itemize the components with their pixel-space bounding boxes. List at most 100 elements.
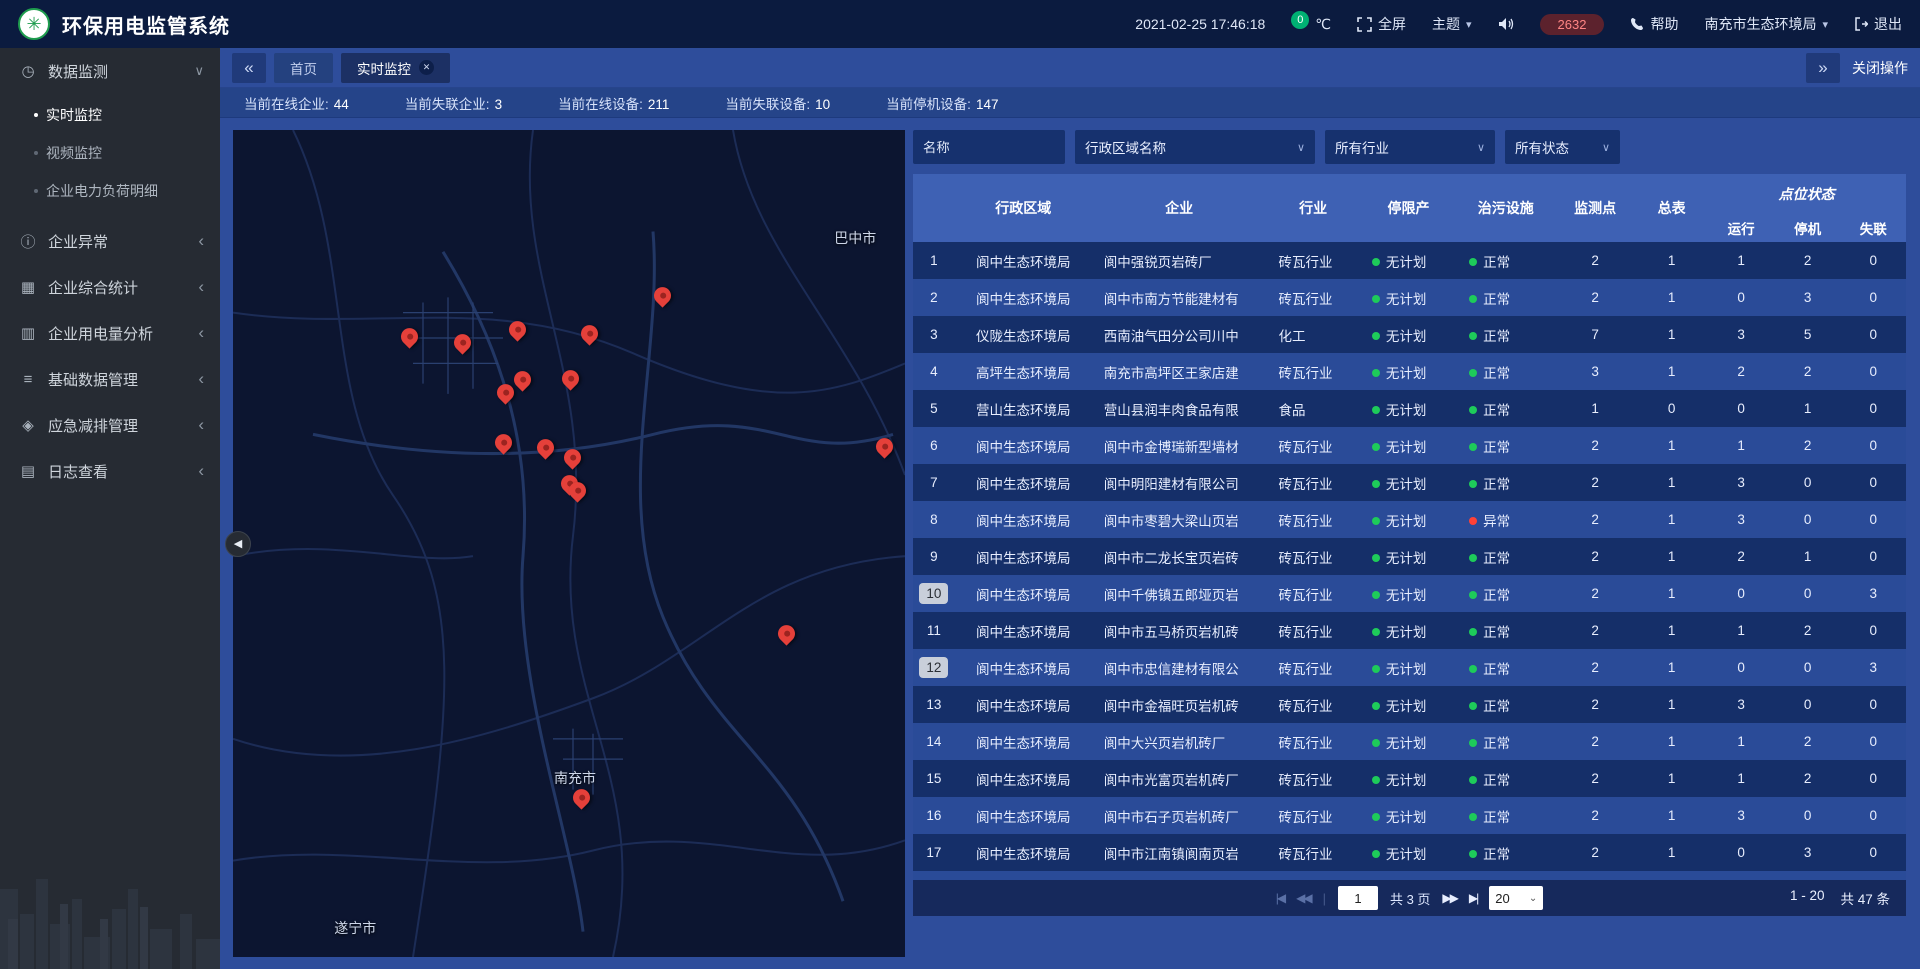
close-icon[interactable]: ✕	[419, 60, 434, 75]
prev-page-icon[interactable]	[1296, 891, 1310, 905]
table-row[interactable]: 18 南部生态环境局 南部县雄狮水泥有限公 建材 无计划 正常 2 1 0	[913, 871, 1906, 880]
sidebar-item-base-data[interactable]: 基础数据管理	[0, 356, 220, 402]
cell-region: 阆中生态环境局	[955, 464, 1092, 501]
cell-region: 阆中生态环境局	[955, 686, 1092, 723]
speaker-button[interactable]	[1498, 17, 1514, 31]
status-dot-icon	[1469, 517, 1477, 525]
table-row[interactable]: 8 阆中生态环境局 阆中市枣碧大梁山页岩 砖瓦行业 无计划 异常 2 1 3	[913, 501, 1906, 538]
map-pin[interactable]	[400, 327, 420, 353]
table-row[interactable]: 14 阆中生态环境局 阆中大兴页岩机砖厂 砖瓦行业 无计划 正常 2 1 1	[913, 723, 1906, 760]
map-pin[interactable]	[453, 334, 473, 360]
sidebar-item-power-analysis[interactable]: 企业用电量分析	[0, 310, 220, 356]
scroll-tabs-right-button[interactable]: »	[1806, 53, 1840, 83]
table-row[interactable]: 16 阆中生态环境局 阆中市石子页岩机砖厂 砖瓦行业 无计划 正常 2 1 3	[913, 797, 1906, 834]
name-filter-input[interactable]	[913, 130, 1065, 164]
map-pin-icon	[505, 318, 529, 342]
map-canvas[interactable]: 巴中市 南充市 遂宁市	[233, 130, 905, 957]
table-row[interactable]: 10 阆中生态环境局 阆中千佛镇五郎垭页岩 砖瓦行业 无计划 正常 2 1 0	[913, 575, 1906, 612]
cell-facility-status: 正常	[1457, 834, 1554, 871]
cell-facility-status: 正常	[1457, 427, 1554, 464]
stat-item: 当前失联企业:3	[405, 93, 502, 113]
status-dot-icon	[1372, 443, 1380, 451]
map-pin[interactable]	[563, 448, 583, 474]
cell-meters: 1	[1636, 834, 1707, 871]
sidebar-item-log-view[interactable]: 日志查看	[0, 448, 220, 494]
table-row[interactable]: 17 阆中生态环境局 阆中市江南镇阆南页岩 砖瓦行业 无计划 正常 2 1 0	[913, 834, 1906, 871]
cell-company: 阆中市枣碧大梁山页岩	[1092, 501, 1267, 538]
cell-points: 2	[1554, 871, 1635, 880]
sidebar-item-power-load-detail[interactable]: 企业电力负荷明细	[0, 172, 220, 210]
chevron-down-icon: ∨	[1297, 141, 1305, 154]
table-row[interactable]: 13 阆中生态环境局 阆中市金福旺页岩机砖 砖瓦行业 无计划 正常 2 1 3	[913, 686, 1906, 723]
cell-facility-status: 正常	[1457, 649, 1554, 686]
table-row[interactable]: 2 阆中生态环境局 阆中市南方节能建材有 砖瓦行业 无计划 正常 2 1 0	[913, 279, 1906, 316]
col-header-run: 运行	[1707, 214, 1775, 242]
app-logo	[18, 8, 50, 40]
map-pin[interactable]	[777, 624, 797, 650]
next-page-icon[interactable]	[1442, 891, 1456, 905]
cell-stop-status: 无计划	[1360, 390, 1457, 427]
cell-lost: 0	[1840, 834, 1906, 871]
cell-industry: 砖瓦行业	[1267, 612, 1360, 649]
status-dot-icon	[1469, 258, 1477, 266]
table-row[interactable]: 6 阆中生态环境局 阆中市金博瑞新型墙材 砖瓦行业 无计划 正常 2 1 1	[913, 427, 1906, 464]
status-dot-icon	[1469, 332, 1477, 340]
map-pin[interactable]	[875, 437, 895, 463]
sidebar-item-enterprise-anomaly[interactable]: 企业异常	[0, 218, 220, 264]
map-pin[interactable]	[536, 439, 556, 465]
cell-down: 0	[1775, 649, 1841, 686]
sidebar-item-realtime-monitor[interactable]: 实时监控	[0, 96, 220, 134]
first-page-icon[interactable]	[1276, 891, 1284, 905]
page-size-select[interactable]: 20 ⌄	[1489, 886, 1543, 910]
cell-run: 3	[1707, 501, 1775, 538]
diamond-icon	[18, 416, 38, 434]
sidebar-item-enterprise-statistics[interactable]: 企业综合统计	[0, 264, 220, 310]
map-pin[interactable]	[513, 370, 533, 396]
table-row[interactable]: 15 阆中生态环境局 阆中市光富页岩机砖厂 砖瓦行业 无计划 正常 2 1 1	[913, 760, 1906, 797]
cell-lost: 0	[1840, 797, 1906, 834]
map-pin[interactable]	[572, 788, 592, 814]
cell-meters: 1	[1636, 427, 1707, 464]
map-pin[interactable]	[508, 320, 528, 346]
fullscreen-button[interactable]: 全屏	[1357, 14, 1406, 34]
table-row[interactable]: 3 仪陇生态环境局 西南油气田分公司川中 化工 无计划 正常 7 1 3	[913, 316, 1906, 353]
cell-company: 阆中市光富页岩机砖厂	[1092, 760, 1267, 797]
table-row[interactable]: 11 阆中生态环境局 阆中市五马桥页岩机砖 砖瓦行业 无计划 正常 2 1 1	[913, 612, 1906, 649]
last-page-icon[interactable]	[1469, 891, 1477, 905]
map-pin[interactable]	[568, 482, 588, 508]
pagination-range-info: 1 - 20 共 47 条	[1790, 888, 1890, 908]
sidebar-item-data-monitoring[interactable]: 数据监测	[0, 48, 220, 94]
cell-region: 阆中生态环境局	[955, 797, 1092, 834]
tab-realtime-monitor[interactable]: 实时监控 ✕	[341, 53, 450, 83]
cell-company: 阆中市五马桥页岩机砖	[1092, 612, 1267, 649]
map-pin[interactable]	[561, 369, 581, 395]
table-header: 行政区域 企业 行业 停限产 治污设施 监测点 总表 点位状态 运行	[913, 174, 1906, 242]
close-operations-button[interactable]: 关闭操作	[1852, 58, 1908, 78]
page-number-input[interactable]	[1338, 886, 1378, 910]
map-pin[interactable]	[653, 286, 673, 312]
table-row[interactable]: 12 阆中生态环境局 阆中市忠信建材有限公 砖瓦行业 无计划 正常 2 1 0	[913, 649, 1906, 686]
map-pin[interactable]	[580, 324, 600, 350]
tab-home[interactable]: 首页	[274, 53, 333, 83]
industry-filter-select[interactable]: 所有行业∨	[1325, 130, 1495, 164]
table-row[interactable]: 9 阆中生态环境局 阆中市二龙长宝页岩砖 砖瓦行业 无计划 正常 2 1 2	[913, 538, 1906, 575]
table-row[interactable]: 5 营山生态环境局 营山县润丰肉食品有限 食品 无计划 正常 1 0 0	[913, 390, 1906, 427]
help-button[interactable]: 帮助	[1630, 14, 1678, 34]
status-filter-select[interactable]: 所有状态∨	[1505, 130, 1620, 164]
table-row[interactable]: 7 阆中生态环境局 阆中明阳建材有限公司 砖瓦行业 无计划 正常 2 1 3	[913, 464, 1906, 501]
cell-down: 0	[1775, 464, 1841, 501]
sidebar-item-emergency-management[interactable]: 应急减排管理	[0, 402, 220, 448]
cell-points: 1	[1554, 390, 1635, 427]
alarm-count-badge[interactable]: 2632	[1540, 14, 1605, 35]
region-filter-select[interactable]: 行政区域名称∨	[1075, 130, 1315, 164]
org-menu[interactable]: 南充市生态环境局 ▾	[1704, 14, 1828, 34]
cell-facility-status: 正常	[1457, 760, 1554, 797]
sidebar-item-video-monitor[interactable]: 视频监控	[0, 134, 220, 172]
collapse-left-button[interactable]	[225, 531, 251, 557]
table-row[interactable]: 1 阆中生态环境局 阆中强锐页岩砖厂 砖瓦行业 无计划 正常 2 1 1	[913, 242, 1906, 279]
theme-menu[interactable]: 主题 ▾	[1432, 14, 1472, 34]
map-pin[interactable]	[494, 434, 514, 460]
table-row[interactable]: 4 高坪生态环境局 南充市高坪区王家店建 砖瓦行业 无计划 正常 3 1 2	[913, 353, 1906, 390]
scroll-tabs-left-button[interactable]: «	[232, 53, 266, 83]
logout-button[interactable]: 退出	[1854, 14, 1902, 34]
